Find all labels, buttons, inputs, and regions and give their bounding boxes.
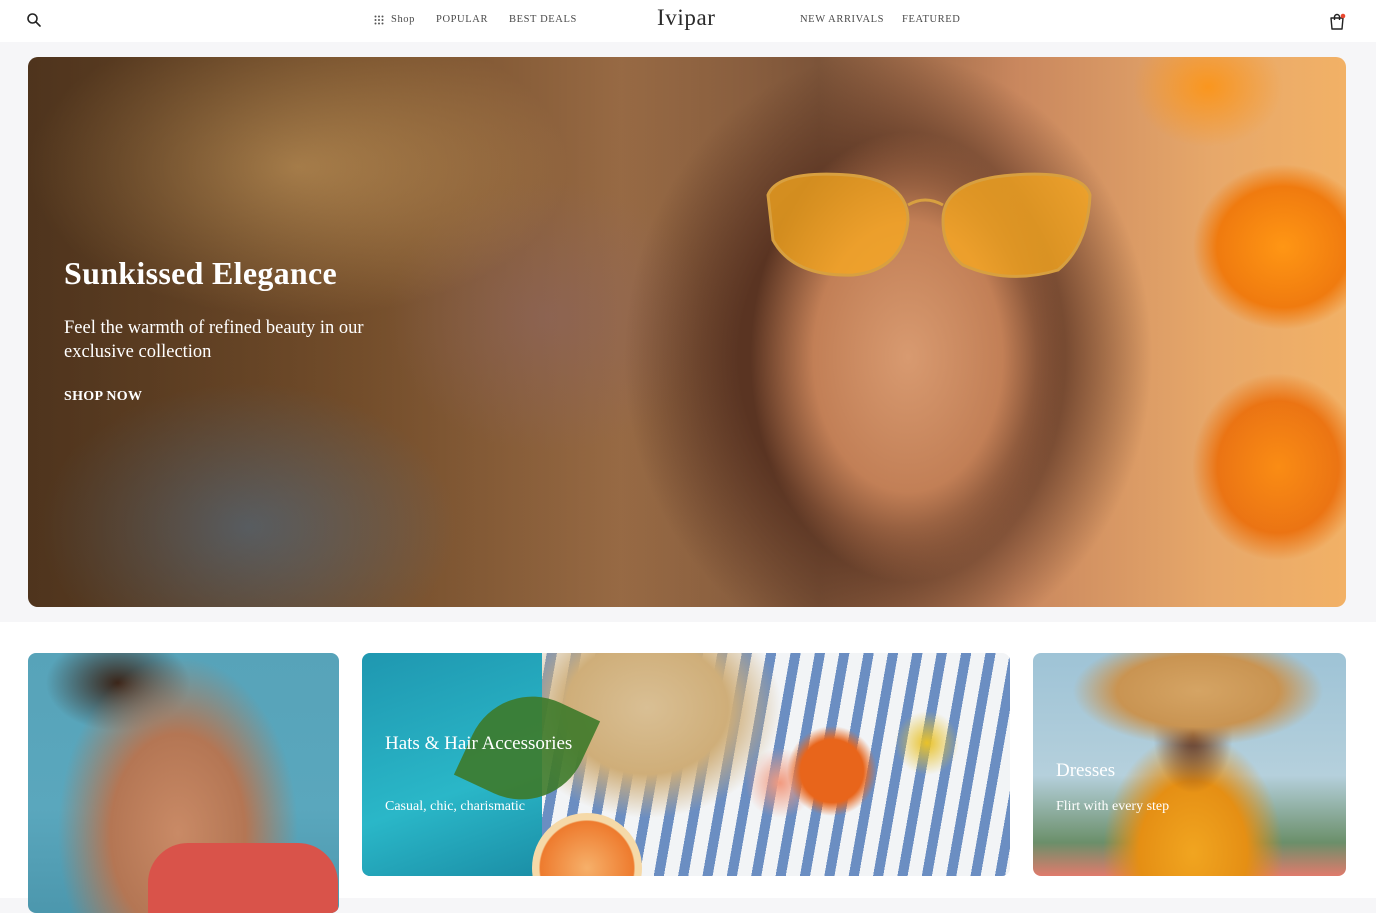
- hero-title: Sunkissed Elegance: [64, 255, 338, 291]
- category-section: Hats & Hair Accessories Casual, chic, ch…: [0, 622, 1376, 913]
- nav-shop-label: Shop: [391, 14, 415, 25]
- nav-featured[interactable]: FEATURED: [902, 14, 960, 25]
- category-card-swimwear[interactable]: [28, 653, 339, 913]
- hero-image-sunglasses: [766, 172, 1092, 278]
- card-image-swimsuit: [148, 843, 338, 913]
- grid-icon: [374, 15, 384, 24]
- cart-badge: [1340, 13, 1346, 19]
- category-subtitle: Flirt with every step: [1056, 799, 1170, 814]
- nav-popular[interactable]: POPULAR: [436, 14, 488, 25]
- category-title: Dresses: [1056, 760, 1116, 781]
- nav-new-arrivals[interactable]: NEW ARRIVALS: [800, 14, 884, 25]
- category-subtitle: Casual, chic, charismatic: [385, 799, 525, 814]
- site-logo[interactable]: Ivipar: [657, 5, 716, 31]
- nav-shop[interactable]: Shop: [374, 14, 415, 25]
- hero-subtitle: Feel the warmth of refined beauty in our…: [64, 318, 364, 362]
- nav-best-deals[interactable]: BEST DEALS: [509, 14, 577, 25]
- card-image-grapefruit: [532, 813, 642, 876]
- shopping-bag-icon[interactable]: [1327, 12, 1347, 32]
- category-title: Hats & Hair Accessories: [385, 733, 573, 754]
- hero-section: Sunkissed Elegance Feel the warmth of re…: [0, 42, 1376, 622]
- search-icon[interactable]: [26, 12, 42, 28]
- hero-banner: Sunkissed Elegance Feel the warmth of re…: [28, 57, 1346, 607]
- site-header: Shop POPULAR BEST DEALS Ivipar NEW ARRIV…: [0, 0, 1376, 42]
- shop-now-link[interactable]: SHOP NOW: [64, 389, 142, 405]
- category-card-dresses[interactable]: Dresses Flirt with every step: [1033, 653, 1346, 876]
- category-card-hats-hair-accessories[interactable]: Hats & Hair Accessories Casual, chic, ch…: [362, 653, 1010, 876]
